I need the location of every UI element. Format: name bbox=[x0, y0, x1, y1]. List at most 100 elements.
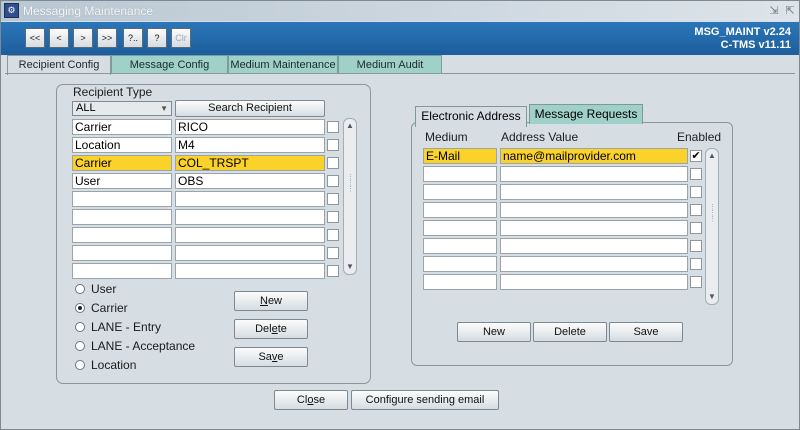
recipient-type-cell[interactable]: User bbox=[72, 173, 172, 189]
recipient-row-checkbox[interactable] bbox=[327, 175, 339, 187]
enabled-checkbox[interactable] bbox=[690, 204, 702, 216]
radio-user[interactable]: User bbox=[75, 281, 116, 297]
radio-lane-acceptance[interactable]: LANE - Acceptance bbox=[75, 338, 195, 354]
scroll-down-icon[interactable]: ▼ bbox=[344, 261, 356, 273]
medium-cell[interactable] bbox=[423, 256, 497, 272]
radio-lane-entry[interactable]: LANE - Entry bbox=[75, 319, 161, 335]
recipient-type-cell[interactable] bbox=[72, 245, 172, 261]
address-value-cell[interactable] bbox=[500, 184, 688, 200]
scroll-down-icon[interactable]: ▼ bbox=[706, 291, 718, 303]
recipient-value-cell[interactable]: COL_TRSPT bbox=[175, 155, 325, 171]
recipient-type-cell[interactable] bbox=[72, 263, 172, 279]
enabled-checkbox[interactable] bbox=[690, 186, 702, 198]
recipient-value-cell[interactable] bbox=[175, 209, 325, 225]
enabled-checkbox[interactable] bbox=[690, 258, 702, 270]
restore-icon[interactable]: ⇱ bbox=[783, 4, 797, 18]
radio-label: LANE - Acceptance bbox=[91, 339, 196, 353]
radio-button-icon[interactable] bbox=[75, 360, 85, 370]
recipient-value-cell[interactable] bbox=[175, 245, 325, 261]
configure-sending-email-button[interactable]: Configure sending email bbox=[351, 390, 499, 410]
recipient-type-cell[interactable]: Location bbox=[72, 137, 172, 153]
recipient-delete-button[interactable]: Delete bbox=[234, 319, 308, 339]
medium-cell[interactable] bbox=[423, 184, 497, 200]
recipient-row-checkbox[interactable] bbox=[327, 121, 339, 133]
medium-cell[interactable] bbox=[423, 166, 497, 182]
recipient-row-checkbox[interactable] bbox=[327, 247, 339, 259]
recipient-type-cell[interactable] bbox=[72, 227, 172, 243]
next-record-button[interactable]: > bbox=[73, 28, 93, 48]
medium-cell[interactable] bbox=[423, 274, 497, 290]
enabled-checkbox[interactable] bbox=[690, 222, 702, 234]
recipient-type-cell[interactable] bbox=[72, 209, 172, 225]
medium-cell[interactable]: E-Mail bbox=[423, 148, 497, 164]
address-value-cell[interactable]: name@mailprovider.com bbox=[500, 148, 688, 164]
address-new-button[interactable]: New bbox=[457, 322, 531, 342]
recipient-new-button[interactable]: New bbox=[234, 291, 308, 311]
scroll-up-icon[interactable]: ▲ bbox=[344, 120, 356, 132]
tab-medium-maintenance[interactable]: Medium Maintenance bbox=[228, 55, 338, 74]
recipient-row-checkbox[interactable] bbox=[327, 157, 339, 169]
address-value-cell[interactable] bbox=[500, 220, 688, 236]
radio-button-icon[interactable] bbox=[75, 322, 85, 332]
address-value-cell[interactable] bbox=[500, 256, 688, 272]
recipient-type-select[interactable]: ALL ▼ bbox=[72, 101, 172, 116]
radio-carrier[interactable]: Carrier bbox=[75, 300, 128, 316]
first-record-button[interactable]: << bbox=[25, 28, 45, 48]
save-label-post: e bbox=[277, 351, 284, 363]
tab-electronic-address[interactable]: Electronic Address bbox=[415, 106, 527, 127]
search-recipient-button[interactable]: Search Recipient bbox=[175, 100, 325, 117]
new-label-mnemonic: N bbox=[259, 295, 268, 307]
address-value-cell[interactable] bbox=[500, 274, 688, 290]
scroll-grip-icon[interactable]: ⋮ ⋮ ⋮ bbox=[709, 204, 716, 223]
medium-cell[interactable] bbox=[423, 202, 497, 218]
scroll-up-icon[interactable]: ▲ bbox=[706, 150, 718, 162]
recipient-row-checkbox[interactable] bbox=[327, 229, 339, 241]
enabled-checkbox[interactable]: ✔ bbox=[690, 150, 702, 162]
list-values-button[interactable]: ?.. bbox=[123, 28, 143, 48]
delete-label-post: te bbox=[277, 323, 287, 335]
recipient-value-cell[interactable]: OBS bbox=[175, 173, 325, 189]
recipient-save-button[interactable]: Save bbox=[234, 347, 308, 367]
tab-message-requests[interactable]: Message Requests bbox=[529, 104, 643, 124]
radio-button-icon[interactable] bbox=[75, 341, 85, 351]
medium-cell[interactable] bbox=[423, 220, 497, 236]
enabled-checkbox[interactable] bbox=[690, 168, 702, 180]
close-label-pre: Cl bbox=[296, 394, 308, 406]
tab-message-config[interactable]: Message Config bbox=[111, 55, 228, 74]
address-scrollbar[interactable]: ▲ ⋮ ⋮ ⋮ ▼ bbox=[705, 148, 719, 305]
title-bar: ⚙ Messaging Maintenance ⇲ ⇱ bbox=[1, 1, 799, 21]
recipient-value-cell[interactable]: RICO bbox=[175, 119, 325, 135]
recipient-row-checkbox[interactable] bbox=[327, 139, 339, 151]
enabled-checkbox[interactable] bbox=[690, 276, 702, 288]
recipient-type-cell[interactable]: Carrier bbox=[72, 155, 172, 171]
address-value-cell[interactable] bbox=[500, 202, 688, 218]
radio-location[interactable]: Location bbox=[75, 357, 136, 373]
recipient-type-value: ALL bbox=[76, 102, 96, 114]
recipient-row-checkbox[interactable] bbox=[327, 265, 339, 277]
last-record-button[interactable]: >> bbox=[97, 28, 117, 48]
close-button[interactable]: Close bbox=[274, 390, 348, 410]
minimize-icon[interactable]: ⇲ bbox=[767, 4, 781, 18]
recipient-row-checkbox[interactable] bbox=[327, 211, 339, 223]
enabled-checkbox[interactable] bbox=[690, 240, 702, 252]
tab-medium-audit[interactable]: Medium Audit bbox=[338, 55, 442, 74]
address-delete-button[interactable]: Delete bbox=[533, 322, 607, 342]
recipient-value-cell[interactable]: M4 bbox=[175, 137, 325, 153]
recipient-value-cell[interactable] bbox=[175, 263, 325, 279]
help-button[interactable]: ? bbox=[147, 28, 167, 48]
recipient-type-cell[interactable]: Carrier bbox=[72, 119, 172, 135]
address-save-button[interactable]: Save bbox=[609, 322, 683, 342]
medium-cell[interactable] bbox=[423, 238, 497, 254]
prev-record-button[interactable]: < bbox=[49, 28, 69, 48]
recipient-value-cell[interactable] bbox=[175, 191, 325, 207]
radio-button-icon[interactable] bbox=[75, 303, 85, 313]
tab-recipient-config[interactable]: Recipient Config bbox=[7, 55, 111, 75]
recipient-type-cell[interactable] bbox=[72, 191, 172, 207]
address-value-cell[interactable] bbox=[500, 166, 688, 182]
recipient-value-cell[interactable] bbox=[175, 227, 325, 243]
recipient-scrollbar[interactable]: ▲ ⋮ ⋮ ⋮ ▼ bbox=[343, 118, 357, 275]
recipient-row-checkbox[interactable] bbox=[327, 193, 339, 205]
address-value-cell[interactable] bbox=[500, 238, 688, 254]
radio-button-icon[interactable] bbox=[75, 284, 85, 294]
scroll-grip-icon[interactable]: ⋮ ⋮ ⋮ bbox=[347, 174, 354, 193]
